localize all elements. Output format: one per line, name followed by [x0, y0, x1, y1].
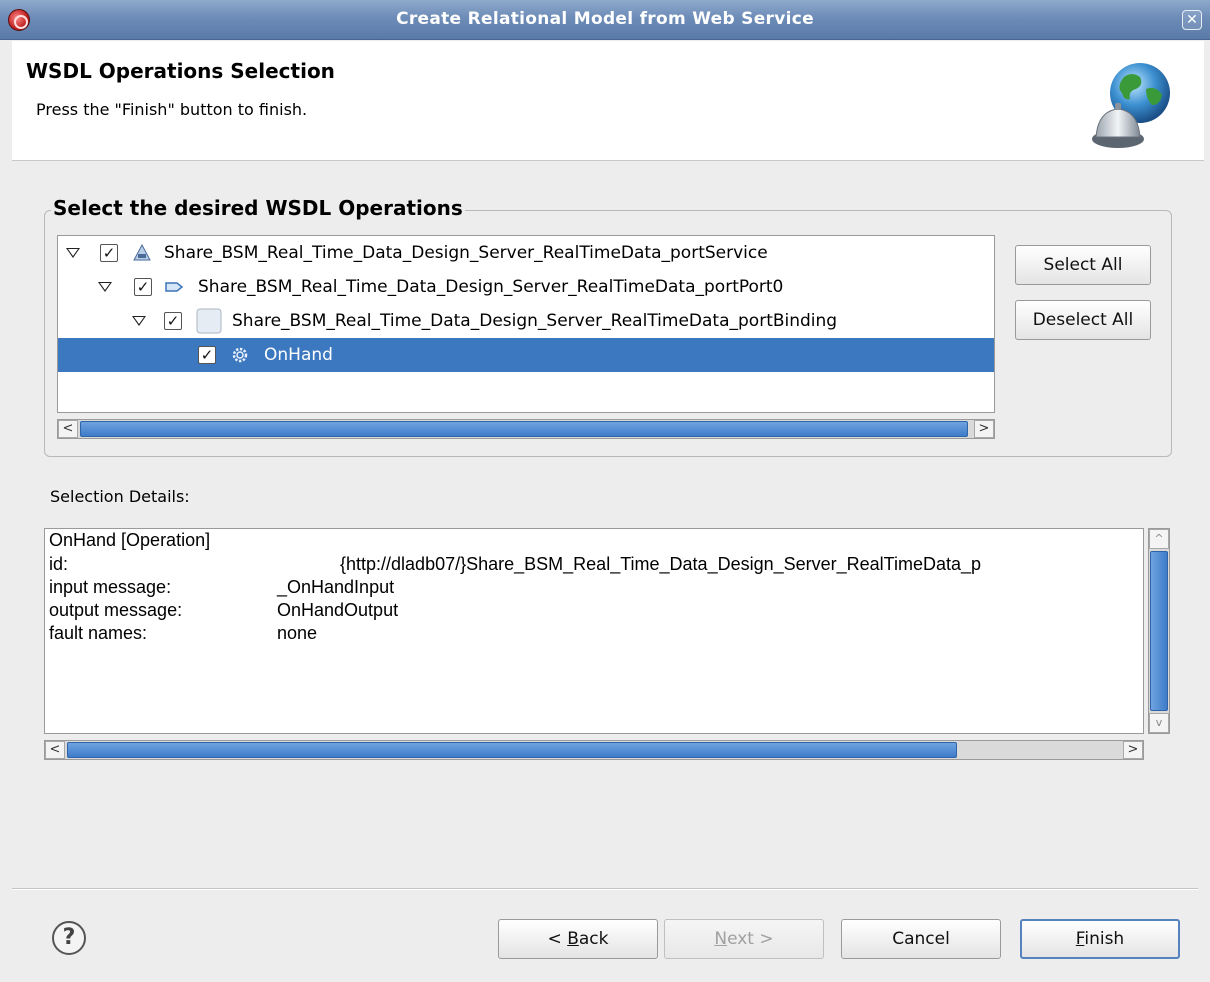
- wizard-header: WSDL Operations Selection Press the "Fin…: [12, 41, 1204, 161]
- details-heading: OnHand [Operation]: [49, 530, 211, 550]
- scroll-right-arrow-icon[interactable]: >: [974, 420, 994, 438]
- tree-item-operation-onhand[interactable]: ✓ OnHand: [58, 338, 994, 372]
- details-key-input: input message:: [49, 577, 172, 597]
- expand-toggle-icon[interactable]: [132, 316, 146, 326]
- tree-horizontal-scrollbar[interactable]: < >: [57, 419, 995, 439]
- next-mnemonic: N: [714, 929, 728, 949]
- tree-item-label: Share_BSM_Real_Time_Data_Design_Server_R…: [232, 311, 838, 331]
- tree-item-label: Share_BSM_Real_Time_Data_Design_Server_R…: [198, 277, 784, 297]
- next-label-rest: ext >: [727, 929, 774, 949]
- expand-toggle-icon[interactable]: [66, 248, 80, 258]
- tree-item-service[interactable]: ✓ Share_BSM_Real_Time_Data_Design_Server…: [58, 236, 994, 270]
- back-mnemonic: B: [567, 929, 579, 949]
- details-key-output: output message:: [49, 600, 183, 620]
- finish-label-rest: inish: [1084, 929, 1125, 949]
- back-label-prefix: <: [547, 929, 568, 949]
- footer-separator: [12, 888, 1198, 890]
- tree-item-label: Share_BSM_Real_Time_Data_Design_Server_R…: [164, 243, 768, 263]
- details-value-output: OnHandOutput: [277, 600, 399, 620]
- binding-checkbox[interactable]: ✓: [164, 312, 182, 330]
- globe-service-bell-icon: [1092, 63, 1170, 148]
- service-icon: [133, 243, 151, 261]
- details-horizontal-scrollbar[interactable]: < >: [44, 740, 1144, 760]
- operations-tree[interactable]: ✓ Share_BSM_Real_Time_Data_Design_Server…: [57, 235, 995, 413]
- details-key-fault: fault names:: [49, 623, 148, 643]
- operation-checkbox[interactable]: ✓: [198, 346, 216, 364]
- details-value-id: {http://dladb07/}Share_BSM_Real_Time_Dat…: [340, 554, 982, 574]
- back-button[interactable]: < Back: [498, 919, 658, 959]
- scroll-left-arrow-icon[interactable]: <: [45, 741, 65, 759]
- window-title: Create Relational Model from Web Service: [396, 9, 814, 29]
- binding-icon: [196, 308, 222, 334]
- selection-details-text[interactable]: OnHand [Operation] id: {http://dladb07/}…: [44, 528, 1144, 734]
- details-key-id: id:: [49, 554, 69, 574]
- scroll-down-arrow-icon[interactable]: v: [1149, 713, 1169, 733]
- window-titlebar[interactable]: Create Relational Model from Web Service…: [0, 0, 1210, 40]
- operations-group-legend: Select the desired WSDL Operations: [51, 196, 465, 220]
- service-checkbox[interactable]: ✓: [100, 244, 118, 262]
- port-icon: [165, 282, 184, 292]
- page-title: WSDL Operations Selection: [26, 59, 335, 83]
- finish-button[interactable]: Finish: [1020, 919, 1180, 959]
- cancel-button[interactable]: Cancel: [841, 919, 1001, 959]
- details-vertical-scrollbar[interactable]: ^ v: [1148, 528, 1170, 734]
- scroll-left-arrow-icon[interactable]: <: [58, 420, 78, 438]
- close-window-button[interactable]: ✕: [1182, 10, 1202, 30]
- selection-details-label: Selection Details:: [50, 487, 190, 506]
- operations-group: Select the desired WSDL Operations ✓ Sha…: [44, 196, 1172, 457]
- scrollbar-thumb[interactable]: [1150, 551, 1168, 711]
- tree-item-label: OnHand: [264, 345, 333, 365]
- back-label-rest: ack: [578, 929, 609, 949]
- scroll-up-arrow-icon[interactable]: ^: [1149, 529, 1169, 549]
- port-checkbox[interactable]: ✓: [134, 278, 152, 296]
- expand-toggle-icon[interactable]: [98, 282, 112, 292]
- scroll-right-arrow-icon[interactable]: >: [1123, 741, 1143, 759]
- tree-item-port[interactable]: ✓ Share_BSM_Real_Time_Data_Design_Server…: [58, 270, 994, 304]
- select-all-button[interactable]: Select All: [1015, 245, 1151, 285]
- help-icon[interactable]: ?: [52, 921, 86, 955]
- details-value-fault: none: [277, 623, 318, 643]
- deselect-all-button[interactable]: Deselect All: [1015, 300, 1151, 340]
- tree-item-binding[interactable]: ✓ Share_BSM_Real_Time_Data_Design_Server…: [58, 304, 994, 338]
- operation-gear-icon: [232, 347, 248, 363]
- scrollbar-thumb[interactable]: [67, 742, 957, 758]
- next-button: Next >: [664, 919, 824, 959]
- page-description: Press the "Finish" button to finish.: [36, 100, 308, 119]
- scrollbar-thumb[interactable]: [80, 421, 968, 437]
- details-value-input: _OnHandInput: [277, 577, 395, 597]
